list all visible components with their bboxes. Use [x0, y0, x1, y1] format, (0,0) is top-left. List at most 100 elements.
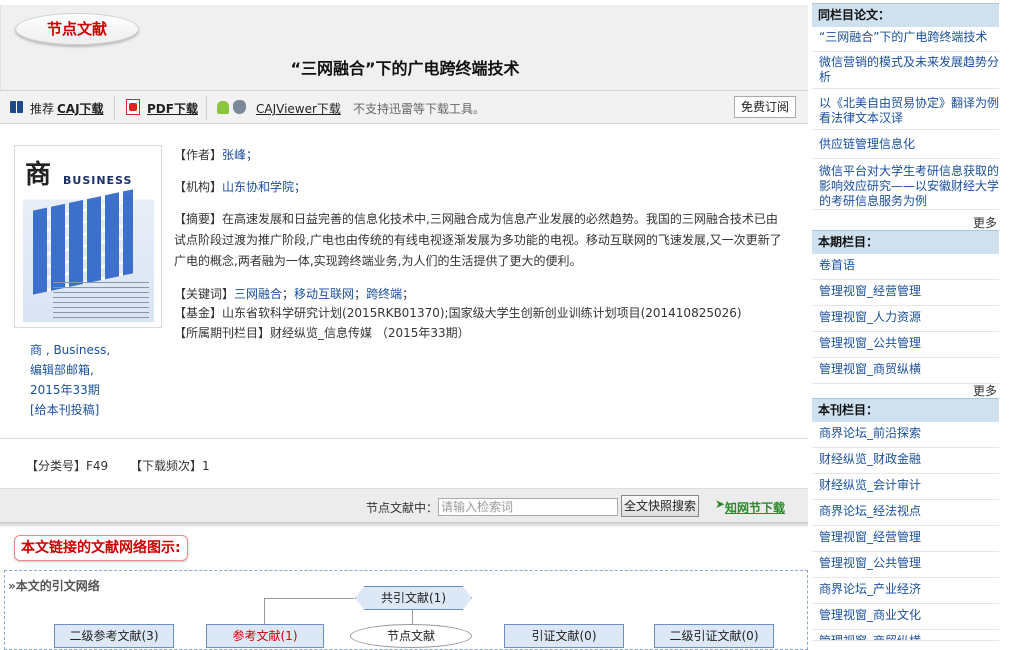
sidebar-column-link[interactable]: 卷首语: [812, 258, 999, 280]
shadow-divider: [0, 522, 808, 528]
recommend-label: 推荐: [30, 102, 55, 116]
fulltext-search-button[interactable]: 全文快照搜索: [621, 495, 699, 517]
citation-network-heading: »本文的引文网络: [8, 579, 100, 593]
sidebar-column-link[interactable]: 管理视窗_商贸纵横: [812, 634, 999, 641]
connector-line: [412, 610, 413, 624]
issue-link[interactable]: 2015年33期: [30, 380, 110, 400]
cover-image: 商 BUSINESS: [23, 152, 154, 322]
sidebar-paper-link[interactable]: 微信营销的模式及未来发展趋势分析: [812, 55, 999, 89]
network-section-tag: 本文链接的文献网络图示:: [14, 535, 188, 561]
cover-logo-char: 商: [25, 160, 52, 190]
citing-node[interactable]: 引证文献(0): [504, 624, 624, 648]
keyword-link[interactable]: 跨终端: [366, 287, 402, 301]
co-cited-node[interactable]: 共引文献(1): [355, 586, 472, 610]
cover-graphic: [33, 189, 133, 295]
cnki-node-download-link[interactable]: 知网节下载: [725, 499, 785, 516]
fund-row: 【基金】山东省软科学研究计划(2015RKB01370);国家级大学生创新创业训…: [174, 303, 742, 324]
cajviewer-download-link[interactable]: CAJViewer下载: [256, 100, 341, 117]
author-row: 【作者】张峰；: [174, 145, 258, 166]
column-text: 财经纵览_信息传媒 （2015年33期）: [270, 326, 470, 340]
contribute-link[interactable]: [给本刊投稿]: [30, 400, 110, 420]
free-subscribe-button[interactable]: 免费订阅: [734, 96, 796, 118]
org-label: 【机构】: [174, 180, 223, 194]
download-note: 不支持迅雷等下载工具。: [353, 102, 486, 116]
abstract-row: 【摘要】在高速发展和日益完善的信息化技术中,三网融合成为信息产业发展的必然趋势。…: [174, 209, 786, 272]
download-count-label: 【下载频次】: [130, 459, 203, 473]
pdf-download-link[interactable]: PDF下载: [147, 100, 198, 117]
abstract-label: 【摘要】: [174, 212, 223, 226]
sidebar-column-link[interactable]: 管理视窗_公共管理: [812, 336, 999, 358]
sidebar-column-link[interactable]: 商界论坛_产业经济: [812, 582, 999, 604]
sidebar-column-link[interactable]: 管理视窗_人力资源: [812, 310, 999, 332]
column-row: 【所属期刊栏目】财经纵览_信息传媒 （2015年33期）: [174, 323, 470, 344]
journal-info: 商 , Business, 编辑部邮箱, 2015年33期 [给本刊投稿]: [30, 340, 110, 420]
more-link[interactable]: 更多: [973, 214, 997, 231]
sidebar-paper-link[interactable]: 供应链管理信息化: [812, 137, 999, 159]
sidebar-paper-link[interactable]: 微信平台对大学生考研信息获取的影响效应研究——以安徽财经大学的考研信息服务为例: [812, 164, 999, 210]
fund-text: 山东省软科学研究计划(2015RKB01370);国家级大学生创新创业训练计划项…: [222, 306, 742, 320]
class-value: F49: [86, 459, 109, 473]
pdf-icon: [126, 99, 140, 115]
divider: [0, 438, 808, 439]
keyword-separator: ；: [402, 287, 415, 301]
fund-label: 【基金】: [174, 306, 223, 320]
download-arrow-icon: ➤: [715, 497, 726, 511]
main-content: 节点文献 “三网融合”下的广电跨终端技术 推荐 CAJ下载 PDF下载 CAJV…: [0, 0, 810, 650]
android-icon: [217, 101, 229, 114]
class-label: 【分类号】: [26, 459, 87, 473]
same-column-heading: 同栏目论文：: [812, 3, 999, 27]
sidebar-column-link[interactable]: 管理视窗_商贸纵横: [812, 362, 999, 384]
org-link[interactable]: 山东协和学院；: [222, 180, 306, 194]
node-literature-tag: 节点文献: [15, 13, 139, 45]
keyword-separator: ；: [354, 287, 367, 301]
sidebar-column-link[interactable]: 商界论坛_前沿探索: [812, 426, 999, 448]
book-icon: [10, 101, 23, 113]
cover-text-lines: [53, 282, 149, 318]
keyword-link[interactable]: 移动互联网: [294, 287, 354, 301]
sidebar: 同栏目论文： “三网融合”下的广电跨终端技术 微信营销的模式及未来发展趋势分析 …: [812, 0, 999, 641]
caj-download-link[interactable]: CAJ下载: [57, 100, 104, 117]
connector-line: [264, 598, 265, 624]
sidebar-column-link[interactable]: 管理视窗_经营管理: [812, 530, 999, 552]
sidebar-column-link[interactable]: 财经纵览_财政金融: [812, 452, 999, 474]
author-link[interactable]: 张峰；: [222, 148, 258, 162]
search-bar: 节点文献中： 全文快照搜索 ➤ 知网节下载: [0, 488, 808, 522]
search-input[interactable]: [438, 498, 618, 516]
sidebar-column-link[interactable]: 商界论坛_经法视点: [812, 504, 999, 526]
download-toolbar: 推荐 CAJ下载 PDF下载 CAJViewer下载 不支持迅雷等下载工具。 免…: [0, 90, 808, 124]
column-label: 【所属期刊栏目】: [174, 326, 271, 340]
abstract-text: 在高速发展和日益完善的信息化技术中,三网融合成为信息产业发展的必然趋势。我国的三…: [174, 212, 782, 268]
connector-line: [264, 598, 354, 599]
cover-logo-word: BUSINESS: [63, 174, 133, 187]
keywords-label: 【关键词】: [174, 287, 235, 301]
sidebar-column-link[interactable]: 管理视窗_商业文化: [812, 608, 999, 630]
sidebar-paper-link[interactable]: “三网融合”下的广电跨终端技术: [812, 30, 999, 52]
org-row: 【机构】山东协和学院；: [174, 177, 306, 198]
keyword-separator: ；: [282, 287, 295, 301]
apple-icon: [233, 100, 246, 114]
current-node: 节点文献: [350, 624, 472, 648]
sidebar-column-link[interactable]: 管理视窗_公共管理: [812, 556, 999, 578]
journal-columns-heading: 本刊栏目：: [812, 398, 999, 422]
classification-row: 【分类号】F49 【下载频次】1: [26, 457, 210, 474]
journal-name-link[interactable]: 商 , Business,: [30, 340, 110, 360]
divider: [114, 96, 115, 120]
author-label: 【作者】: [174, 148, 223, 162]
search-label: 节点文献中：: [366, 501, 439, 515]
download-count: 1: [202, 459, 210, 473]
reference-node[interactable]: 参考文献(1): [206, 624, 324, 648]
keywords-row: 【关键词】三网融合；移动互联网；跨终端；: [174, 284, 414, 305]
editor-email-link[interactable]: 编辑部邮箱,: [30, 360, 110, 380]
sidebar-column-link[interactable]: 财经纵览_会计审计: [812, 478, 999, 500]
this-issue-heading: 本期栏目：: [812, 230, 999, 254]
level2-reference-node[interactable]: 二级参考文献(3): [54, 624, 174, 648]
article-title: “三网融合”下的广电跨终端技术: [290, 59, 520, 78]
keyword-link[interactable]: 三网融合: [234, 287, 282, 301]
level2-citing-node[interactable]: 二级引证文献(0): [654, 624, 774, 648]
sidebar-paper-link[interactable]: 以《北美自由贸易协定》翻译为例看法律文本汉译: [812, 96, 999, 130]
sidebar-column-link[interactable]: 管理视窗_经营管理: [812, 284, 999, 306]
more-link[interactable]: 更多: [973, 382, 997, 399]
divider: [206, 96, 207, 120]
journal-cover[interactable]: 商 BUSINESS: [14, 145, 162, 328]
article-header: 节点文献 “三网融合”下的广电跨终端技术: [0, 5, 808, 90]
